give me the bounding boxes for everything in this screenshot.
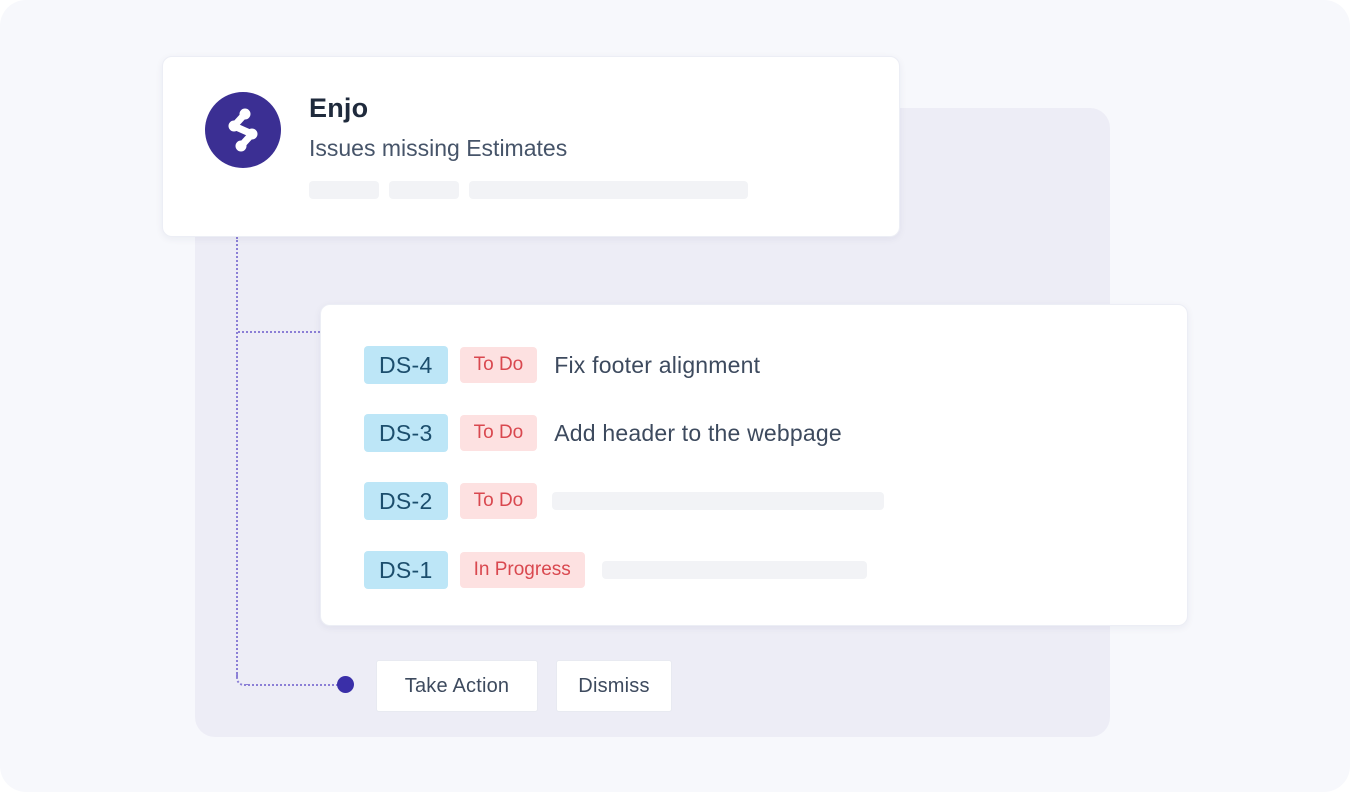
issue-key-badge[interactable]: DS-3	[364, 414, 448, 452]
bot-message-subtitle: Issues missing Estimates	[309, 135, 568, 161]
bot-name: Enjo	[309, 93, 369, 123]
issue-title-placeholder	[552, 492, 885, 510]
issue-key-badge[interactable]: DS-4	[364, 346, 448, 384]
thread-connector-branch	[238, 331, 320, 333]
issue-row[interactable]: DS-1 In Progress	[364, 551, 867, 589]
thread-connector-line	[236, 237, 238, 677]
issue-row[interactable]: DS-2 To Do	[364, 482, 885, 520]
thread-connector-dot	[337, 676, 354, 693]
issue-status-badge: In Progress	[459, 552, 585, 588]
placeholder-line	[469, 181, 748, 199]
issue-status-badge: To Do	[459, 483, 538, 519]
placeholder-line	[389, 181, 459, 199]
placeholder-line	[309, 181, 379, 199]
thread-connector-branch-actions	[244, 684, 338, 686]
issue-key-badge[interactable]: DS-2	[364, 482, 448, 520]
enjo-logo-icon	[228, 108, 258, 152]
dismiss-button[interactable]: Dismiss	[556, 660, 672, 712]
issue-row[interactable]: DS-4 To Do Fix footer alignment	[364, 346, 760, 384]
issue-title-placeholder	[601, 561, 867, 579]
bot-message-card: Enjo Issues missing Estimates	[162, 56, 900, 237]
issue-key-badge[interactable]: DS-1	[364, 551, 448, 589]
issue-title[interactable]: Add header to the webpage	[554, 420, 842, 447]
issue-row[interactable]: DS-3 To Do Add header to the webpage	[364, 414, 842, 452]
issue-status-badge: To Do	[459, 347, 538, 383]
bot-avatar	[205, 92, 281, 168]
take-action-button[interactable]: Take Action	[376, 660, 538, 712]
issues-list-card: DS-4 To Do Fix footer alignment DS-3 To …	[320, 304, 1188, 626]
issue-title[interactable]: Fix footer alignment	[554, 352, 760, 379]
canvas: Enjo Issues missing Estimates DS-4 To Do…	[0, 0, 1350, 792]
issue-status-badge: To Do	[459, 415, 538, 451]
